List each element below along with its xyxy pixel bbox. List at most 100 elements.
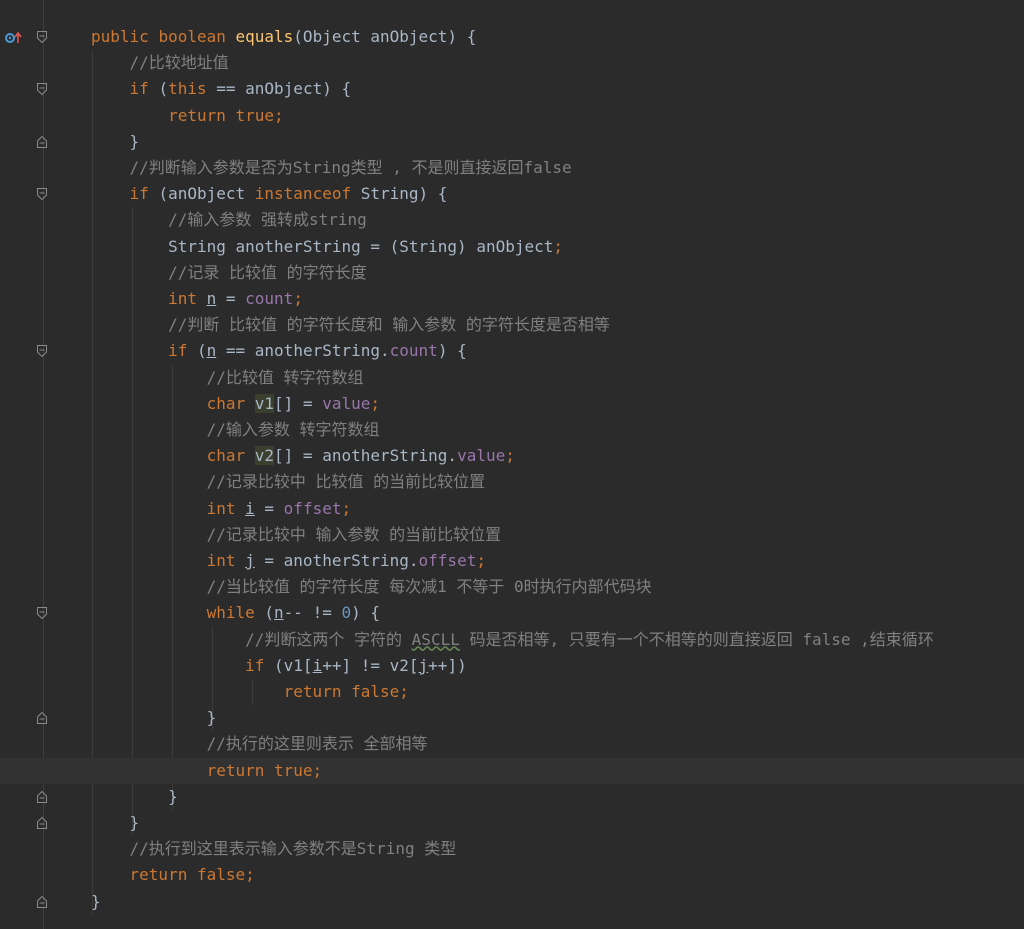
code-token: //比较地址值 bbox=[91, 53, 229, 73]
code-line[interactable]: String anotherString = (String) anObject… bbox=[0, 234, 1024, 260]
code-token: == anObject) { bbox=[206, 79, 352, 99]
code-token: ) { bbox=[351, 603, 381, 623]
fold-open-icon[interactable] bbox=[36, 187, 48, 201]
code-token: ( bbox=[158, 79, 169, 99]
code-token: ( bbox=[196, 341, 207, 361]
code-token: == anotherString. bbox=[216, 341, 390, 361]
code-token: offset bbox=[283, 498, 342, 518]
code-line-text: int n = count; bbox=[91, 286, 303, 312]
code-line[interactable]: //当比较值 的字符长度 每次减1 不等于 0时执行内部代码块 bbox=[0, 574, 1024, 600]
code-line[interactable]: } bbox=[0, 889, 1024, 915]
code-line[interactable]: //记录比较中 比较值 的当前比较位置 bbox=[0, 469, 1024, 495]
code-token: ( bbox=[264, 603, 275, 623]
code-token: //判断这两个 字符的 bbox=[91, 629, 412, 649]
code-token: ++] != v2[ bbox=[322, 655, 419, 675]
code-line[interactable]: //判断这两个 字符的 ASCLL 码是否相等, 只要有一个不相等的则直接返回 … bbox=[0, 627, 1024, 653]
code-line-text: if (v1[i++] != v2[j++]) bbox=[91, 653, 467, 679]
fold-close-icon[interactable] bbox=[36, 790, 48, 804]
code-line-text: //比较地址值 bbox=[91, 50, 229, 76]
code-line[interactable]: int n = count; bbox=[0, 286, 1024, 312]
code-token: //执行到这里表示输入参数不是String 类型 bbox=[91, 839, 457, 859]
fold-close-icon[interactable] bbox=[36, 711, 48, 725]
code-token: //判断输入参数是否为String类型 , 不是则直接返回false bbox=[91, 158, 572, 177]
code-token: n bbox=[206, 341, 217, 361]
code-token: } bbox=[91, 813, 140, 832]
code-line[interactable]: //执行到这里表示输入参数不是String 类型 bbox=[0, 836, 1024, 862]
code-token: return false; bbox=[283, 682, 409, 701]
code-token: ; bbox=[293, 289, 303, 308]
code-token: //当比较值 的字符长度 每次减1 不等于 0时执行内部代码块 bbox=[91, 577, 652, 597]
code-line-text: //执行的这里则表示 全部相等 bbox=[91, 731, 428, 757]
code-line[interactable]: if (n == anotherString.count) { bbox=[0, 338, 1024, 364]
code-line[interactable]: } bbox=[0, 705, 1024, 731]
code-token: ) { bbox=[437, 341, 467, 361]
fold-open-icon[interactable] bbox=[36, 606, 48, 620]
code-token: //比较值 转字符数组 bbox=[91, 367, 364, 387]
code-line[interactable]: char v2[] = anotherString.value; bbox=[0, 443, 1024, 469]
code-line[interactable]: return false; bbox=[0, 862, 1024, 888]
code-token: value bbox=[322, 393, 371, 413]
code-line[interactable]: while (n-- != 0) { bbox=[0, 600, 1024, 626]
code-line[interactable]: //记录比较中 输入参数 的当前比较位置 bbox=[0, 522, 1024, 548]
code-token: if bbox=[168, 341, 197, 361]
code-line-text: if (anObject instanceof String) { bbox=[91, 181, 448, 207]
code-line[interactable]: return false; bbox=[0, 679, 1024, 705]
code-token: if bbox=[245, 655, 275, 675]
code-token: char bbox=[206, 446, 255, 466]
code-token: if bbox=[129, 79, 159, 99]
code-line[interactable]: } bbox=[0, 784, 1024, 810]
code-token: //输入参数 强转成string bbox=[91, 210, 367, 230]
code-token: value bbox=[457, 446, 506, 466]
code-editor[interactable]: public boolean equals(Object anObject) {… bbox=[0, 0, 1024, 929]
code-token: [] = anotherString. bbox=[274, 446, 458, 466]
code-token: } bbox=[91, 891, 101, 911]
code-line-text: int j = anotherString.offset; bbox=[91, 548, 486, 574]
code-token: char bbox=[206, 393, 255, 413]
code-line[interactable]: } bbox=[0, 129, 1024, 155]
code-line[interactable]: //输入参数 强转成string bbox=[0, 207, 1024, 233]
code-line-text: char v2[] = anotherString.value; bbox=[91, 443, 515, 469]
code-line-text: return true; bbox=[91, 758, 323, 784]
code-line[interactable]: return true; bbox=[0, 757, 1024, 784]
code-token: [] = bbox=[274, 393, 323, 413]
code-line[interactable]: return true; bbox=[0, 103, 1024, 129]
fold-open-icon[interactable] bbox=[36, 82, 48, 96]
code-line-text: //输入参数 转字符数组 bbox=[91, 417, 380, 443]
code-line[interactable]: if (this == anObject) { bbox=[0, 76, 1024, 102]
fold-close-icon[interactable] bbox=[36, 816, 48, 830]
fold-open-icon[interactable] bbox=[36, 30, 48, 44]
code-line[interactable]: } bbox=[0, 810, 1024, 836]
code-line[interactable]: if (anObject instanceof String) { bbox=[0, 181, 1024, 207]
code-line[interactable]: //判断 比较值 的字符长度和 输入参数 的字符长度是否相等 bbox=[0, 312, 1024, 338]
code-token: -- != bbox=[283, 603, 342, 623]
code-line-text: } bbox=[91, 705, 217, 731]
code-line[interactable]: //记录 比较值 的字符长度 bbox=[0, 260, 1024, 286]
code-line[interactable]: public boolean equals(Object anObject) { bbox=[0, 24, 1024, 50]
code-token: if bbox=[129, 184, 159, 204]
code-line[interactable]: if (v1[i++] != v2[j++]) bbox=[0, 653, 1024, 679]
code-line[interactable]: //比较值 转字符数组 bbox=[0, 365, 1024, 391]
code-line[interactable]: //输入参数 转字符数组 bbox=[0, 417, 1024, 443]
fold-open-icon[interactable] bbox=[36, 344, 48, 358]
code-line[interactable]: int i = offset; bbox=[0, 496, 1024, 522]
code-token: 码是否相等, 只要有一个不相等的则直接返回 false ,结束循环 bbox=[459, 629, 934, 649]
code-line[interactable]: //执行的这里则表示 全部相等 bbox=[0, 731, 1024, 757]
code-line-text: //记录 比较值 的字符长度 bbox=[91, 260, 367, 286]
code-token: ; bbox=[553, 236, 564, 256]
code-token: = anotherString. bbox=[254, 551, 419, 570]
code-token: ; bbox=[476, 551, 486, 570]
fold-close-icon[interactable] bbox=[36, 135, 48, 149]
code-token: n bbox=[274, 603, 284, 623]
code-line[interactable]: //判断输入参数是否为String类型 , 不是则直接返回false bbox=[0, 155, 1024, 181]
code-line[interactable]: int j = anotherString.offset; bbox=[0, 548, 1024, 574]
code-line[interactable]: char v1[] = value; bbox=[0, 391, 1024, 417]
fold-close-icon[interactable] bbox=[36, 895, 48, 909]
code-line-text: //记录比较中 比较值 的当前比较位置 bbox=[91, 469, 486, 495]
code-line[interactable]: //比较地址值 bbox=[0, 50, 1024, 76]
code-token: equals bbox=[235, 27, 294, 46]
